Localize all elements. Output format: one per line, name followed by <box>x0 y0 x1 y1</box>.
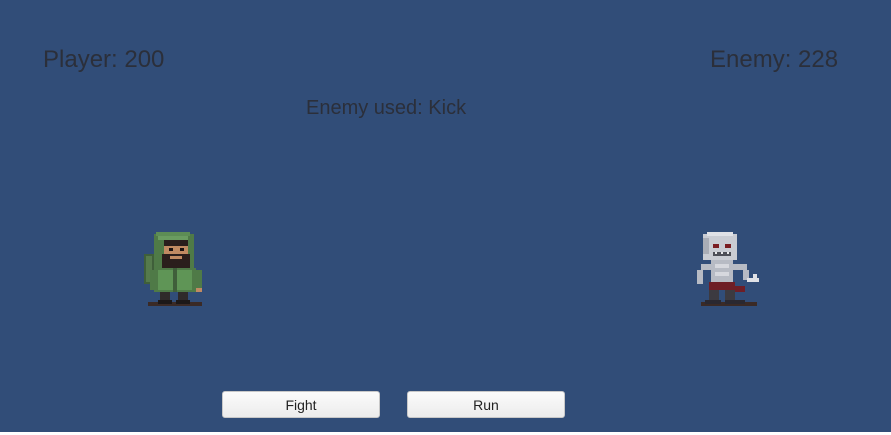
battle-log-text: Enemy used: Kick <box>306 97 467 119</box>
player-hp-label: Player: 200 <box>43 46 165 73</box>
enemy-hp-label: Enemy: 228 <box>710 46 839 73</box>
run-button[interactable]: Run <box>407 391 565 418</box>
fight-button[interactable]: Fight <box>222 391 380 418</box>
player-character-icon <box>144 232 202 306</box>
enemy-character-icon <box>697 232 759 306</box>
